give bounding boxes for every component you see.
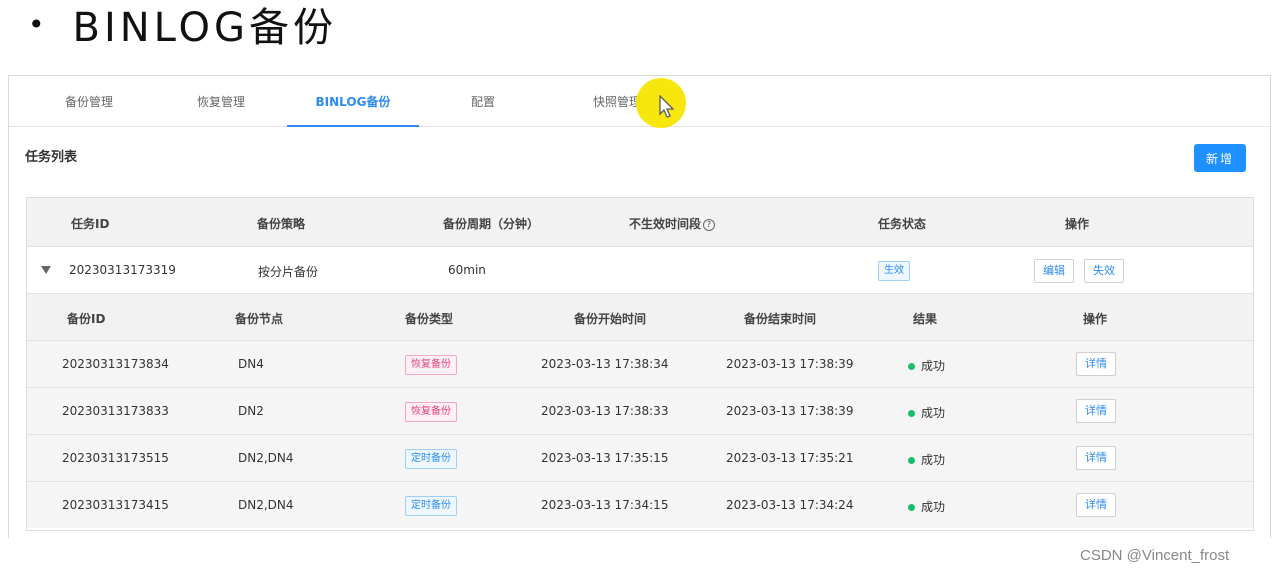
backup-end-time: 2023-03-13 17:35:21: [726, 451, 854, 465]
backup-row: 20230313173415 DN2,DN4 定时备份 2023-03-13 1…: [27, 481, 1253, 528]
edit-button[interactable]: 编辑: [1034, 259, 1074, 283]
result-label: 成功: [921, 359, 946, 373]
task-id: 20230313173319: [69, 263, 176, 277]
details-button[interactable]: 详情: [1076, 399, 1116, 423]
backup-id: 20230313173833: [62, 404, 169, 418]
task-period: 60min: [448, 263, 486, 277]
header-backup-actions: 操作: [1083, 312, 1108, 326]
success-dot-icon: [908, 363, 915, 370]
task-strategy: 按分片备份: [258, 265, 319, 279]
mouse-pointer-icon: [659, 95, 675, 118]
header-result: 结果: [913, 312, 938, 326]
backup-result: 成功: [908, 451, 945, 468]
cursor-highlight: [636, 78, 686, 128]
tab-binlog-backup[interactable]: BINLOG备份: [287, 76, 419, 127]
backup-id: 20230313173515: [62, 451, 169, 465]
backup-nodes: DN2,DN4: [238, 451, 294, 465]
help-icon[interactable]: ?: [703, 218, 716, 231]
backup-start-time: 2023-03-13 17:35:15: [541, 451, 669, 465]
backup-end-time: 2023-03-13 17:38:39: [726, 357, 854, 371]
status-badge: 生效: [878, 261, 910, 281]
header-actions: 操作: [1065, 217, 1090, 231]
backup-start-time: 2023-03-13 17:34:15: [541, 498, 669, 512]
backup-result: 成功: [908, 404, 945, 421]
result-label: 成功: [921, 406, 946, 420]
backup-end-time: 2023-03-13 17:38:39: [726, 404, 854, 418]
slide-title-text: BINLOG备份: [72, 5, 338, 51]
header-backup-type: 备份类型: [405, 312, 454, 326]
header-inactive-period: 不生效时间段?: [629, 215, 716, 232]
backup-type-tag: 定时备份: [405, 496, 457, 516]
success-dot-icon: [908, 410, 915, 417]
result-label: 成功: [921, 500, 946, 514]
backup-row: 20230313173515 DN2,DN4 定时备份 2023-03-13 1…: [27, 434, 1253, 481]
add-task-button[interactable]: 新增: [1194, 144, 1246, 172]
task-list-title: 任务列表: [25, 150, 78, 165]
details-button[interactable]: 详情: [1076, 446, 1116, 470]
header-period: 备份周期（分钟）: [443, 217, 540, 231]
task-table: 任务ID 备份策略 备份周期（分钟） 不生效时间段? 任务状态 操作 20230…: [26, 197, 1254, 531]
backup-result: 成功: [908, 498, 945, 515]
backup-table-header: 备份ID 备份节点 备份类型 备份开始时间 备份结束时间 结果 操作: [27, 293, 1253, 340]
task-table-header: 任务ID 备份策略 备份周期（分钟） 不生效时间段? 任务状态 操作: [27, 198, 1253, 246]
header-start-time: 备份开始时间: [574, 312, 647, 326]
task-row: 20230313173319 按分片备份 60min 生效 编辑 失效: [27, 246, 1253, 293]
backup-id: 20230313173834: [62, 357, 169, 371]
header-strategy: 备份策略: [257, 217, 306, 231]
backup-type-tag: 定时备份: [405, 449, 457, 469]
backup-nodes: DN4: [238, 357, 264, 371]
backup-row: 20230313173834 DN4 恢复备份 2023-03-13 17:38…: [27, 340, 1253, 387]
success-dot-icon: [908, 504, 915, 511]
backup-start-time: 2023-03-13 17:38:33: [541, 404, 669, 418]
header-end-time: 备份结束时间: [744, 312, 817, 326]
header-backup-id: 备份ID: [67, 312, 106, 326]
result-label: 成功: [921, 453, 946, 467]
backup-type-tag: 恢复备份: [405, 355, 457, 375]
details-button[interactable]: 详情: [1076, 493, 1116, 517]
header-inactive-period-label: 不生效时间段: [629, 217, 702, 231]
backup-id: 20230313173415: [62, 498, 169, 512]
header-task-status: 任务状态: [878, 217, 927, 231]
backup-end-time: 2023-03-13 17:34:24: [726, 498, 854, 512]
details-button[interactable]: 详情: [1076, 352, 1116, 376]
disable-button[interactable]: 失效: [1084, 259, 1124, 283]
backup-nodes: DN2,DN4: [238, 498, 294, 512]
success-dot-icon: [908, 457, 915, 464]
expand-caret-icon[interactable]: [41, 266, 51, 274]
tab-backup-management[interactable]: 备份管理: [49, 76, 129, 126]
backup-nodes: DN2: [238, 404, 264, 418]
tab-restore-management[interactable]: 恢复管理: [181, 76, 261, 126]
backup-type-tag: 恢复备份: [405, 402, 457, 422]
header-backup-node: 备份节点: [235, 312, 284, 326]
tab-config[interactable]: 配置: [453, 76, 513, 126]
backup-result: 成功: [908, 357, 945, 374]
slide-title: • BINLOG备份: [28, 0, 337, 52]
title-bullet: •: [28, 7, 45, 41]
watermark: CSDN @Vincent_frost: [1080, 547, 1230, 564]
backup-start-time: 2023-03-13 17:38:34: [541, 357, 669, 371]
header-task-id: 任务ID: [71, 217, 110, 231]
backup-row: 20230313173833 DN2 恢复备份 2023-03-13 17:38…: [27, 387, 1253, 434]
